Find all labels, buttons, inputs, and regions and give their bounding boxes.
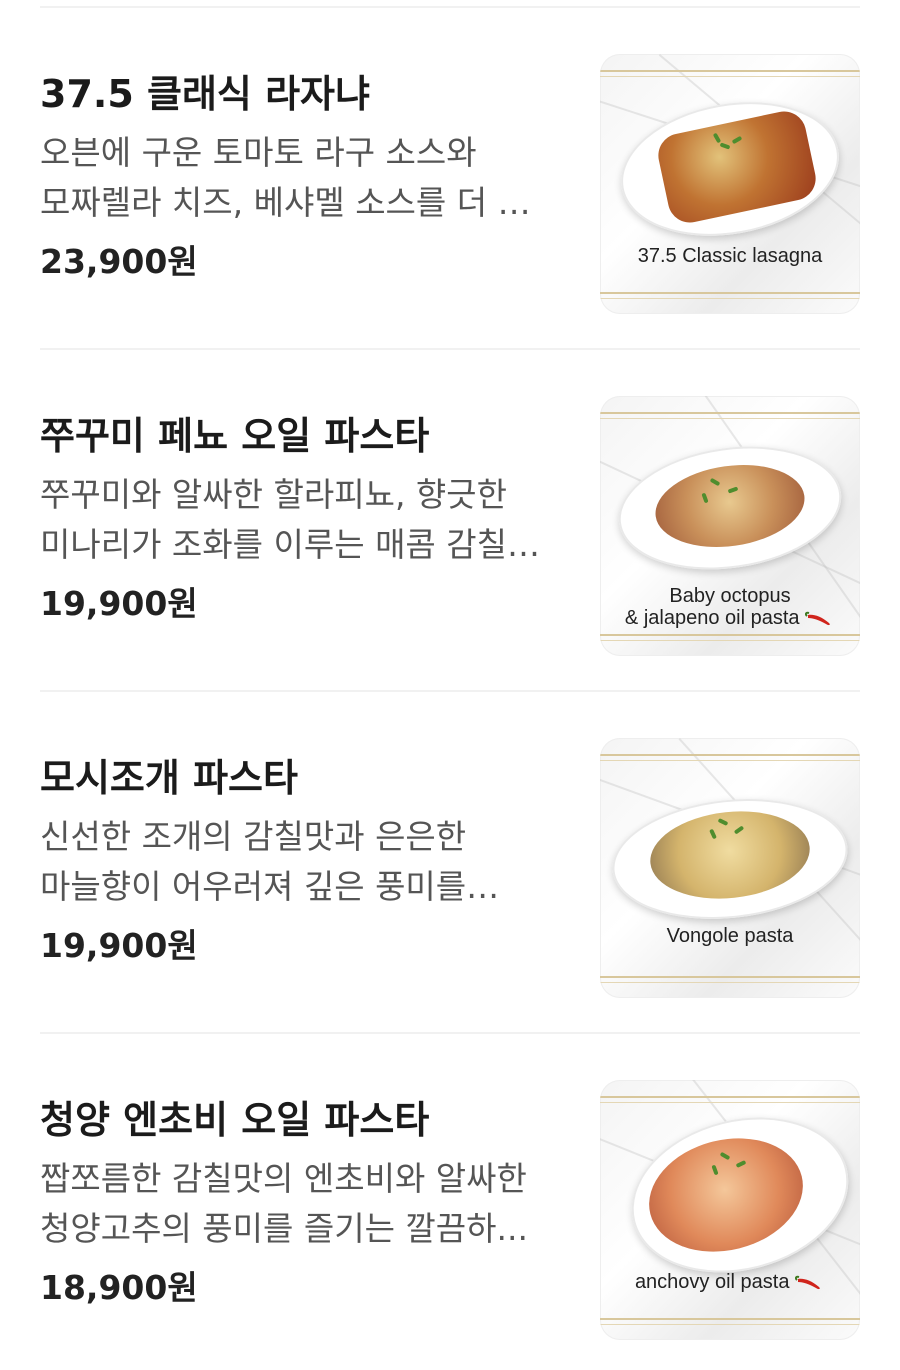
image-caption-text: anchovy oil pasta [634,1271,790,1293]
image-caption: 37.5 Classic lasagna [637,245,823,267]
menu-item-name: 청양 엔초비 오일 파스타 [40,1098,430,1142]
menu-item-text: 청양 엔초비 오일 파스타 짭쪼름한 감칠맛의 엔초비와 알싸한 청양고추의 풍… [40,1096,570,1310]
menu-item-description: 쭈꾸미와 알싸한 할라피뇨, 향긋한 미나리가 조화를 이루는 매콤 감칠맛 .… [40,475,538,564]
menu-item-price: 19,900원 [40,584,198,623]
menu-item-name: 쭈꾸미 페뇨 오일 파스타 [40,414,430,458]
menu-item-name: 37.5 클래식 라자냐 [40,72,370,116]
menu-item-text: 쭈꾸미 페뇨 오일 파스타 쭈꾸미와 알싸한 할라피뇨, 향긋한 미나리가 조화… [40,412,570,626]
menu-item-price: 23,900원 [40,242,198,281]
image-caption-text: & jalapeno oil pasta [624,607,800,629]
menu-item-text: 모시조개 파스타 신선한 조개의 감칠맛과 은은한 마늘향이 어우러져 깊은 풍… [40,754,570,968]
menu-item-description: 신선한 조개의 감칠맛과 은은한 마늘향이 어우러져 깊은 풍미를 담아낸 ..… [40,817,467,906]
chili-pepper-icon [795,1275,820,1289]
menu-item-description: 짭쪼름한 감칠맛의 엔초비와 알싸한 청양고추의 풍미를 즐기는 깔끔하... [40,1159,528,1248]
menu-item-octopus-pasta[interactable]: 쭈꾸미 페뇨 오일 파스타 쭈꾸미와 알싸한 할라피뇨, 향긋한 미나리가 조화… [0,350,900,692]
image-caption: Vongole pasta [666,925,794,947]
menu-item-image[interactable]: anchovy oil pasta [600,1080,860,1340]
chili-pepper-icon [805,611,830,625]
menu-item-image[interactable]: Baby octopus & jalapeno oil pasta [600,396,860,656]
menu-item-lasagna[interactable]: 37.5 클래식 라자냐 오븐에 구운 토마토 라구 소스와 모짜렐라 치즈, … [0,8,900,350]
image-caption-line: anchovy oil pasta [600,1270,860,1294]
menu-list: 37.5 클래식 라자냐 오븐에 구운 토마토 라구 소스와 모짜렐라 치즈, … [0,0,900,1370]
menu-item-price: 18,900원 [40,1268,198,1307]
menu-item-image[interactable]: Vongole pasta [600,738,860,998]
menu-item-name: 모시조개 파스타 [40,756,298,800]
image-caption-line1: Baby octopus [669,585,791,607]
menu-item-text: 37.5 클래식 라자냐 오븐에 구운 토마토 라구 소스와 모짜렐라 치즈, … [40,70,570,284]
menu-item-price: 19,900원 [40,926,198,965]
image-caption-line2: & jalapeno oil pasta [600,606,860,630]
menu-item-anchovy-pasta[interactable]: 청양 엔초비 오일 파스타 짭쪼름한 감칠맛의 엔초비와 알싸한 청양고추의 풍… [0,1034,900,1370]
menu-item-vongole-pasta[interactable]: 모시조개 파스타 신선한 조개의 감칠맛과 은은한 마늘향이 어우러져 깊은 풍… [0,692,900,1034]
menu-item-image[interactable]: 37.5 Classic lasagna [600,54,860,314]
menu-item-description: 오븐에 구운 토마토 라구 소스와 모짜렐라 치즈, 베샤멜 소스를 더 한 클… [40,133,528,222]
